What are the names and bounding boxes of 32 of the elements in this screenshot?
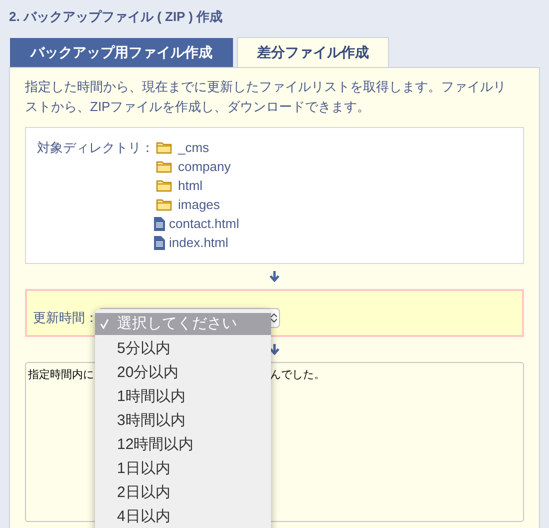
document-icon (154, 236, 165, 250)
dropdown-option[interactable]: 4日以内 (95, 505, 271, 528)
dropdown-option[interactable]: 1日以内 (95, 457, 271, 481)
result-text: んでした。 (270, 368, 325, 383)
document-icon (154, 216, 165, 230)
directory-label: 対象ディレクトリ： (37, 139, 154, 157)
dropdown-option[interactable]: 3時間以内 (95, 409, 271, 433)
description: 指定した時間から、現在までに更新したファイルリストを取得します。ファイルリストから、ZIPファイルを作成し、ダウンロードできます。 (25, 78, 507, 116)
dropdown-option[interactable]: 1時間以内 (95, 385, 271, 409)
folder-name[interactable]: html (178, 176, 203, 196)
updown-caret-icon (271, 313, 277, 323)
folder-icon (156, 198, 172, 211)
tab[interactable]: バックアップ用ファイル作成 (10, 38, 233, 67)
folder-name[interactable]: images (178, 194, 220, 214)
folder-icon (156, 179, 172, 192)
dropdown-option[interactable]: 5分以内 (95, 337, 271, 361)
dropdown-option[interactable]: 12時間以内 (95, 433, 271, 457)
checkmark-icon (100, 319, 109, 329)
update-time-label: 更新時間： (33, 309, 98, 328)
down-arrow-icon (269, 344, 280, 355)
dropdown-option[interactable]: 20分以内 (95, 361, 271, 385)
folder-name[interactable]: company (178, 156, 231, 176)
dropdown-option[interactable]: 2日以内 (95, 481, 271, 505)
folder-icon (156, 160, 172, 173)
section-title: 2. バックアップファイル ( ZIP ) 作成 (9, 8, 224, 26)
tab[interactable]: 差分ファイル作成 (237, 37, 389, 67)
folder-name[interactable]: _cms (178, 138, 210, 158)
result-text: 指定時間内に (28, 368, 94, 383)
file-name[interactable]: contact.html (169, 214, 240, 234)
folder-icon (156, 141, 172, 154)
down-arrow-icon (269, 271, 280, 282)
file-name[interactable]: index.html (169, 232, 228, 252)
